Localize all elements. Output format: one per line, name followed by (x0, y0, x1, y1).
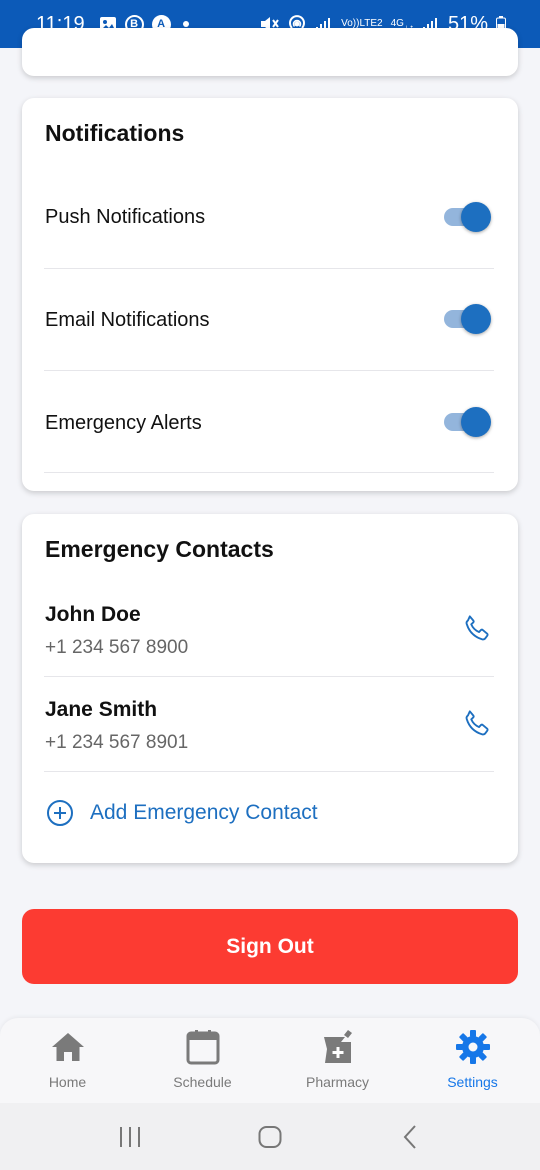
toggle-thumb (461, 304, 491, 334)
toggle-thumb (461, 202, 491, 232)
push-notifications-label: Push Notifications (45, 206, 206, 228)
tab-settings-label: Settings (447, 1074, 498, 1090)
divider (44, 676, 494, 677)
call-jane-smith-button[interactable] (460, 707, 494, 741)
calendar-icon (185, 1028, 221, 1066)
contact-name: Jane Smith (45, 698, 158, 721)
home-icon (50, 1028, 86, 1066)
add-emergency-contact-label: Add Emergency Contact (90, 801, 318, 824)
toggle-thumb (461, 407, 491, 437)
notifications-card: Notifications Push Notifications Email N… (22, 98, 518, 491)
divider (44, 472, 494, 473)
notification-dot-icon (182, 21, 189, 27)
previous-section-card (22, 28, 518, 76)
contact-phone: +1 234 567 8901 (45, 732, 189, 753)
emergency-contacts-card: Emergency Contacts John Doe +1 234 567 8… (22, 514, 518, 863)
home-nav-icon (258, 1125, 282, 1148)
add-circle-icon (46, 799, 74, 827)
sign-out-button[interactable]: Sign Out (22, 909, 518, 984)
email-notifications-label: Email Notifications (45, 309, 210, 331)
tab-pharmacy-label: Pharmacy (305, 1074, 370, 1090)
add-emergency-contact-button[interactable]: Add Emergency Contact (46, 798, 318, 828)
call-john-doe-button[interactable] (460, 612, 494, 646)
system-nav-bar (0, 1103, 540, 1170)
recent-apps-button[interactable] (100, 1112, 160, 1162)
back-icon (403, 1124, 416, 1149)
contact-phone: +1 234 567 8900 (45, 637, 189, 658)
home-nav-button[interactable] (240, 1112, 300, 1162)
tab-pharmacy[interactable]: Pharmacy (270, 1018, 405, 1103)
email-notifications-toggle[interactable] (444, 304, 491, 334)
bottom-tab-bar: Home Schedule Pharmacy Settings (0, 1018, 540, 1103)
divider (44, 370, 494, 371)
emergency-alerts-toggle[interactable] (444, 407, 491, 437)
phone-icon (465, 710, 489, 736)
emergency-alerts-label: Emergency Alerts (45, 412, 202, 434)
notifications-title: Notifications (45, 120, 185, 146)
recent-apps-icon (120, 1126, 140, 1147)
contact-name: John Doe (45, 603, 141, 626)
tab-schedule-label: Schedule (173, 1074, 232, 1090)
emergency-contacts-title: Emergency Contacts (45, 536, 274, 562)
tab-home[interactable]: Home (0, 1018, 135, 1103)
push-notifications-toggle[interactable] (444, 202, 491, 232)
tab-schedule[interactable]: Schedule (135, 1018, 270, 1103)
back-button[interactable] (380, 1112, 440, 1162)
divider (44, 771, 494, 772)
gear-icon (455, 1028, 491, 1066)
tab-home-label: Home (48, 1074, 87, 1090)
pharmacy-icon (320, 1028, 356, 1066)
phone-icon (465, 615, 489, 641)
tab-settings[interactable]: Settings (405, 1018, 540, 1103)
divider (44, 268, 494, 269)
